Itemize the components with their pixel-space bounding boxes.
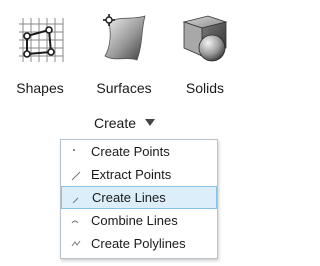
solids-icon [178,10,232,64]
menu-item-extract-points[interactable]: Extract Points [61,163,217,186]
shapes-tool-button[interactable]: Shapes [8,10,72,98]
line-icon [72,197,79,204]
combine-lines-icon [71,220,79,224]
menu-item-label: Create Polylines [91,236,186,251]
create-group-dropdown-toggle[interactable]: Create [94,115,156,131]
polyline-icon [71,240,81,247]
shapes-grid-icon [13,10,67,64]
solids-label: Solids [185,80,225,96]
surfaces-tool-button[interactable]: Surfaces [92,10,156,98]
point-icon [73,149,75,151]
menu-item-label: Create Points [91,144,170,159]
create-dropdown-menu: Create Points Extract Points Create Line… [60,139,218,259]
menu-item-combine-lines[interactable]: Combine Lines [61,209,217,232]
menu-item-label: Extract Points [91,167,172,182]
create-group-label: Create [94,115,137,131]
extract-points-icon [71,171,81,181]
surfaces-label: Surfaces [96,80,152,96]
menu-item-label: Create Lines [92,190,166,205]
shapes-label: Shapes [16,80,64,96]
menu-item-create-lines[interactable]: Create Lines [61,186,217,209]
menu-item-create-points[interactable]: Create Points [61,140,217,163]
create-ribbon-panel: Shapes Surfaces Solids Create Create Poi… [0,0,249,266]
surface-patch-icon [97,10,151,64]
menu-item-create-polylines[interactable]: Create Polylines [61,232,217,255]
solids-tool-button[interactable]: Solids [173,10,237,98]
menu-item-label: Combine Lines [91,213,178,228]
caret-down-icon [145,119,156,126]
